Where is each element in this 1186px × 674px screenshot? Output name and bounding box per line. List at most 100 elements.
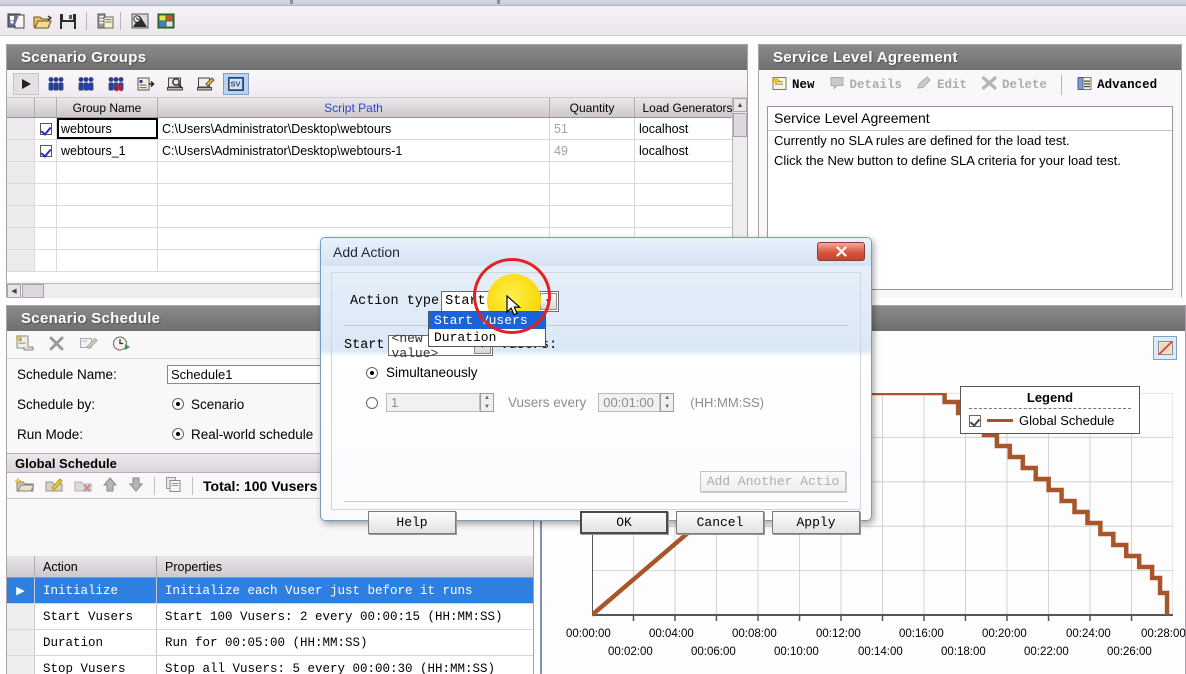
simultaneously-radio-row[interactable]: Simultaneously	[366, 365, 478, 380]
run-mode-radio[interactable]: Real-world schedule	[167, 427, 313, 442]
chevron-down-icon[interactable]: ▼	[540, 293, 558, 310]
copy-schedule-icon[interactable]	[165, 476, 182, 496]
edit-action-icon[interactable]	[44, 476, 63, 496]
global-schedule-grid[interactable]: Action Properties ▶ Initialize Initializ…	[7, 556, 533, 674]
stepper-up[interactable]: ▲	[481, 394, 493, 403]
cell-script-path[interactable]	[158, 162, 550, 183]
edit-script-icon[interactable]	[193, 73, 219, 95]
action-col-action[interactable]: Action	[35, 556, 157, 577]
radio-scenario[interactable]	[172, 398, 184, 410]
cell-group-name[interactable]	[57, 162, 158, 183]
move-down-icon[interactable]	[128, 476, 144, 496]
dialog-title-bar[interactable]: Add Action	[321, 238, 871, 266]
schedule-settings-icon[interactable]	[112, 335, 131, 355]
batch-count-stepper[interactable]: ▲ ▼	[480, 393, 494, 412]
cell-properties[interactable]: Start 100 Vusers: 2 every 00:00:15 (HH:M…	[157, 604, 533, 629]
dropdown-option-start-vusers[interactable]: Start Vusers	[429, 312, 545, 329]
help-button[interactable]: Help	[368, 511, 456, 534]
grid-col-group-name[interactable]: Group Name	[57, 98, 158, 117]
cell-properties[interactable]: Run for 00:05:00 (HH:MM:SS)	[157, 630, 533, 655]
row-checkbox[interactable]	[35, 184, 57, 205]
details-icon[interactable]	[133, 73, 159, 95]
add-group-icon[interactable]	[73, 73, 99, 95]
cell-load-generator[interactable]	[635, 162, 741, 183]
sla-advanced-button[interactable]: Advanced	[1076, 76, 1157, 95]
scroll-up-arrow[interactable]: ▲	[733, 98, 747, 112]
cell-group-name[interactable]	[57, 206, 158, 227]
table-row[interactable]: Start Vusers Start 100 Vusers: 2 every 0…	[7, 604, 533, 630]
row-checkbox[interactable]	[35, 118, 57, 139]
cell-load-generator[interactable]	[635, 184, 741, 205]
cell-group-name[interactable]	[57, 250, 158, 271]
scenario-groups-toolbar[interactable]: SV	[7, 70, 747, 98]
table-row[interactable]	[7, 162, 747, 184]
move-up-icon[interactable]	[102, 476, 118, 496]
batch-count-input[interactable]: 1	[386, 393, 480, 412]
cell-quantity[interactable]: 49	[550, 140, 635, 161]
service-virtualization-icon[interactable]: SV	[223, 72, 249, 95]
cell-script-path[interactable]: C:\Users\Administrator\Desktop\webtours	[158, 118, 550, 139]
cell-load-generator[interactable]	[635, 206, 741, 227]
apply-button[interactable]: Apply	[772, 511, 860, 534]
cell-action[interactable]: Initialize	[35, 578, 157, 603]
stepper-down[interactable]: ▼	[481, 403, 493, 412]
vusers-icon[interactable]	[43, 73, 69, 95]
legend-checkbox[interactable]	[969, 414, 981, 427]
table-row[interactable]: Stop Vusers Stop all Vusers: 5 every 00:…	[7, 656, 533, 674]
cell-load-generator[interactable]: localhost	[635, 140, 741, 161]
cell-quantity[interactable]: 51	[550, 118, 635, 139]
schedule-by-radio[interactable]: Scenario	[167, 397, 244, 412]
radio-real-world-schedule[interactable]	[172, 428, 184, 440]
start-scenario-icon[interactable]	[13, 72, 39, 95]
table-row[interactable]: Duration Run for 00:05:00 (HH:MM:SS)	[7, 630, 533, 656]
stepper-down[interactable]: ▼	[661, 403, 673, 412]
new-schedule-icon[interactable]	[15, 334, 34, 355]
cell-group-name[interactable]: webtours_1	[57, 140, 158, 161]
cell-group-name[interactable]	[57, 184, 158, 205]
cell-quantity[interactable]	[550, 162, 635, 183]
sla-details-button[interactable]: Details	[829, 76, 902, 95]
dropdown-option-duration[interactable]: Duration	[429, 329, 545, 346]
load-generators-icon[interactable]	[163, 73, 189, 95]
scroll-left-arrow[interactable]: ◀	[7, 284, 21, 298]
graph-zoom-icon[interactable]	[1153, 336, 1177, 360]
scenario-details-icon[interactable]	[94, 9, 118, 33]
close-icon[interactable]	[817, 242, 865, 261]
sla-toolbar[interactable]: New Details Edit Delete Advanced	[759, 70, 1181, 100]
cell-group-name[interactable]: webtours	[57, 118, 158, 139]
rename-schedule-icon[interactable]	[79, 335, 98, 355]
sla-delete-button[interactable]: Delete	[981, 75, 1047, 95]
row-checkbox[interactable]	[35, 250, 57, 271]
cell-properties[interactable]: Initialize each Vuser just before it run…	[157, 578, 533, 603]
cell-action[interactable]: Start Vusers	[35, 604, 157, 629]
delete-schedule-icon[interactable]	[48, 335, 65, 355]
grid-col-load-generators[interactable]: Load Generators	[635, 98, 741, 117]
legend-item[interactable]: Global Schedule	[969, 413, 1131, 428]
add-another-action-button[interactable]: Add Another Actio	[700, 471, 846, 492]
radio-simultaneously[interactable]	[366, 366, 378, 379]
table-row[interactable]: webtours C:\Users\Administrator\Desktop\…	[7, 118, 747, 140]
interval-input[interactable]: 00:01:00	[598, 393, 661, 412]
table-row[interactable]	[7, 206, 747, 228]
cell-action[interactable]: Duration	[35, 630, 157, 655]
action-col-properties[interactable]: Properties	[157, 556, 533, 577]
radio-batch[interactable]	[366, 396, 378, 409]
design-scenario-icon[interactable]	[154, 9, 178, 33]
cell-quantity[interactable]	[550, 184, 635, 205]
interval-stepper[interactable]: ▲ ▼	[660, 393, 675, 412]
table-row[interactable]	[7, 184, 747, 206]
remove-group-icon[interactable]	[103, 73, 129, 95]
sla-new-button[interactable]: New	[771, 75, 815, 95]
cell-properties[interactable]: Stop all Vusers: 5 every 00:00:30 (HH:MM…	[157, 656, 533, 674]
new-scenario-icon[interactable]	[4, 9, 28, 33]
table-row[interactable]: ▶ Initialize Initialize each Vuser just …	[7, 578, 533, 604]
row-checkbox[interactable]	[35, 162, 57, 183]
row-checkbox[interactable]	[35, 140, 57, 161]
table-row[interactable]: webtours_1 C:\Users\Administrator\Deskto…	[7, 140, 747, 162]
save-scenario-icon[interactable]	[56, 9, 80, 33]
action-type-dropdown-list[interactable]: Start Vusers Duration	[428, 311, 546, 347]
grid-col-script-path[interactable]: Script Path	[158, 98, 550, 117]
cell-action[interactable]: Stop Vusers	[35, 656, 157, 674]
scroll-thumb[interactable]	[733, 113, 747, 137]
cell-script-path[interactable]: C:\Users\Administrator\Desktop\webtours-…	[158, 140, 550, 161]
